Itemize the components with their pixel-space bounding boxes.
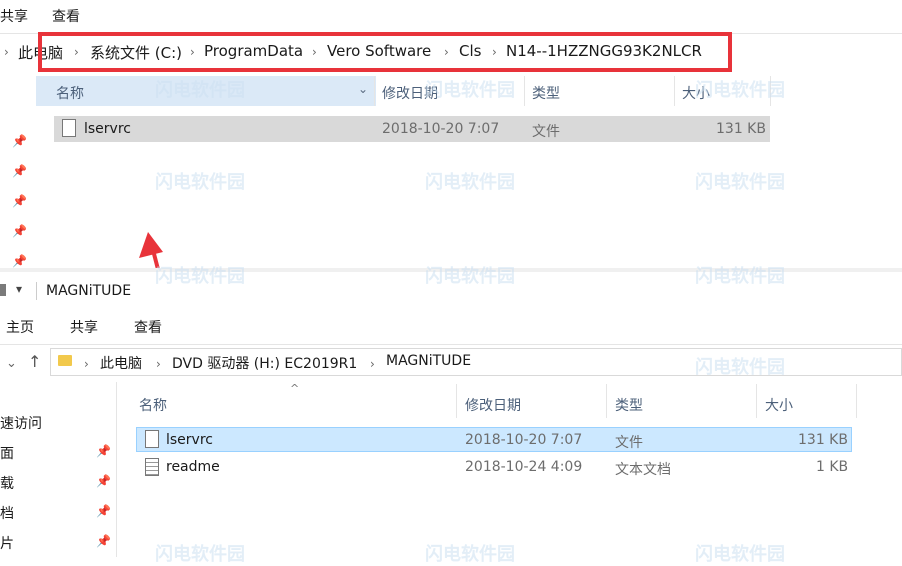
watermark-text: 闪电软件园 <box>425 544 515 565</box>
watermark-text: 闪电软件园 <box>695 544 785 565</box>
folder-icon <box>58 355 72 366</box>
nav-documents[interactable]: 档 <box>0 503 14 523</box>
file-size: 1 KB <box>816 459 849 475</box>
file-type: 文件 <box>615 435 643 451</box>
chevron-right-icon: › <box>370 357 375 371</box>
column-modified[interactable]: 修改日期 <box>465 395 521 415</box>
file-modified: 2018-10-24 4:09 <box>465 459 583 475</box>
watermark-text: 闪电软件园 <box>425 266 515 287</box>
watermark-text: 闪电软件园 <box>425 80 515 101</box>
file-size: 131 KB <box>798 432 848 448</box>
column-type[interactable]: 类型 <box>615 395 643 415</box>
watermark-text: 闪电软件园 <box>155 80 245 101</box>
file-name[interactable]: readme <box>166 459 220 475</box>
column-size[interactable]: 大小 <box>765 395 793 415</box>
column-divider[interactable] <box>606 384 607 418</box>
column-divider[interactable] <box>756 384 757 418</box>
watermark-text: 闪电软件园 <box>695 357 785 378</box>
file-modified: 2018-10-20 7:07 <box>465 432 583 448</box>
bottom-window: ▾ MAGNiTUDE 主页 共享 查看 ⌄ ↑ › 此电脑 › DVD 驱动器… <box>0 272 902 557</box>
tab-view[interactable]: 查看 <box>134 317 162 337</box>
nav-pictures[interactable]: 片 <box>0 533 14 553</box>
file-type: 文本文档 <box>615 462 671 478</box>
chevron-right-icon: › <box>156 357 161 371</box>
file-icon <box>145 430 159 448</box>
watermark-text: 闪电软件园 <box>155 544 245 565</box>
crumb-this-pc[interactable]: 此电脑 <box>100 353 142 373</box>
up-arrow-icon[interactable]: ↑ <box>28 352 41 371</box>
nav-downloads[interactable]: 载 <box>0 473 14 493</box>
pin-icon[interactable]: 📌 <box>96 444 111 458</box>
watermark-text: 闪电软件园 <box>155 266 245 287</box>
nav-desktop[interactable]: 面 <box>0 443 14 463</box>
quick-access-icon[interactable] <box>0 284 6 296</box>
dropdown-icon[interactable]: ▾ <box>16 282 22 296</box>
column-divider[interactable] <box>856 384 857 418</box>
watermark-text: 闪电软件园 <box>695 80 785 101</box>
nav-quick-access[interactable]: 速访问 <box>0 413 42 433</box>
pin-icon[interactable]: 📌 <box>96 534 111 548</box>
chevron-down-icon[interactable]: ⌄ <box>6 356 17 371</box>
pin-icon[interactable]: 📌 <box>96 504 111 518</box>
column-name[interactable]: 名称 <box>139 395 167 415</box>
column-divider[interactable] <box>456 384 457 418</box>
sort-ascending-icon: ^ <box>290 382 300 395</box>
tab-home[interactable]: 主页 <box>6 317 34 337</box>
watermark-text: 闪电软件园 <box>155 172 245 193</box>
text-document-icon <box>145 458 159 476</box>
watermark-text: 闪电软件园 <box>695 266 785 287</box>
chevron-right-icon: › <box>84 357 89 371</box>
crumb-dvd-drive[interactable]: DVD 驱动器 (H:) EC2019R1 <box>172 353 357 373</box>
crumb-magnitude[interactable]: MAGNiTUDE <box>386 353 471 369</box>
divider <box>36 282 37 300</box>
tab-share[interactable]: 共享 <box>70 317 98 337</box>
nav-divider <box>116 382 117 557</box>
ribbon-divider <box>0 344 902 345</box>
pin-icon[interactable]: 📌 <box>96 474 111 488</box>
window-title: MAGNiTUDE <box>46 283 132 299</box>
watermark-text: 闪电软件园 <box>425 172 515 193</box>
watermark-text: 闪电软件园 <box>695 172 785 193</box>
file-name[interactable]: lservrc <box>166 432 213 448</box>
